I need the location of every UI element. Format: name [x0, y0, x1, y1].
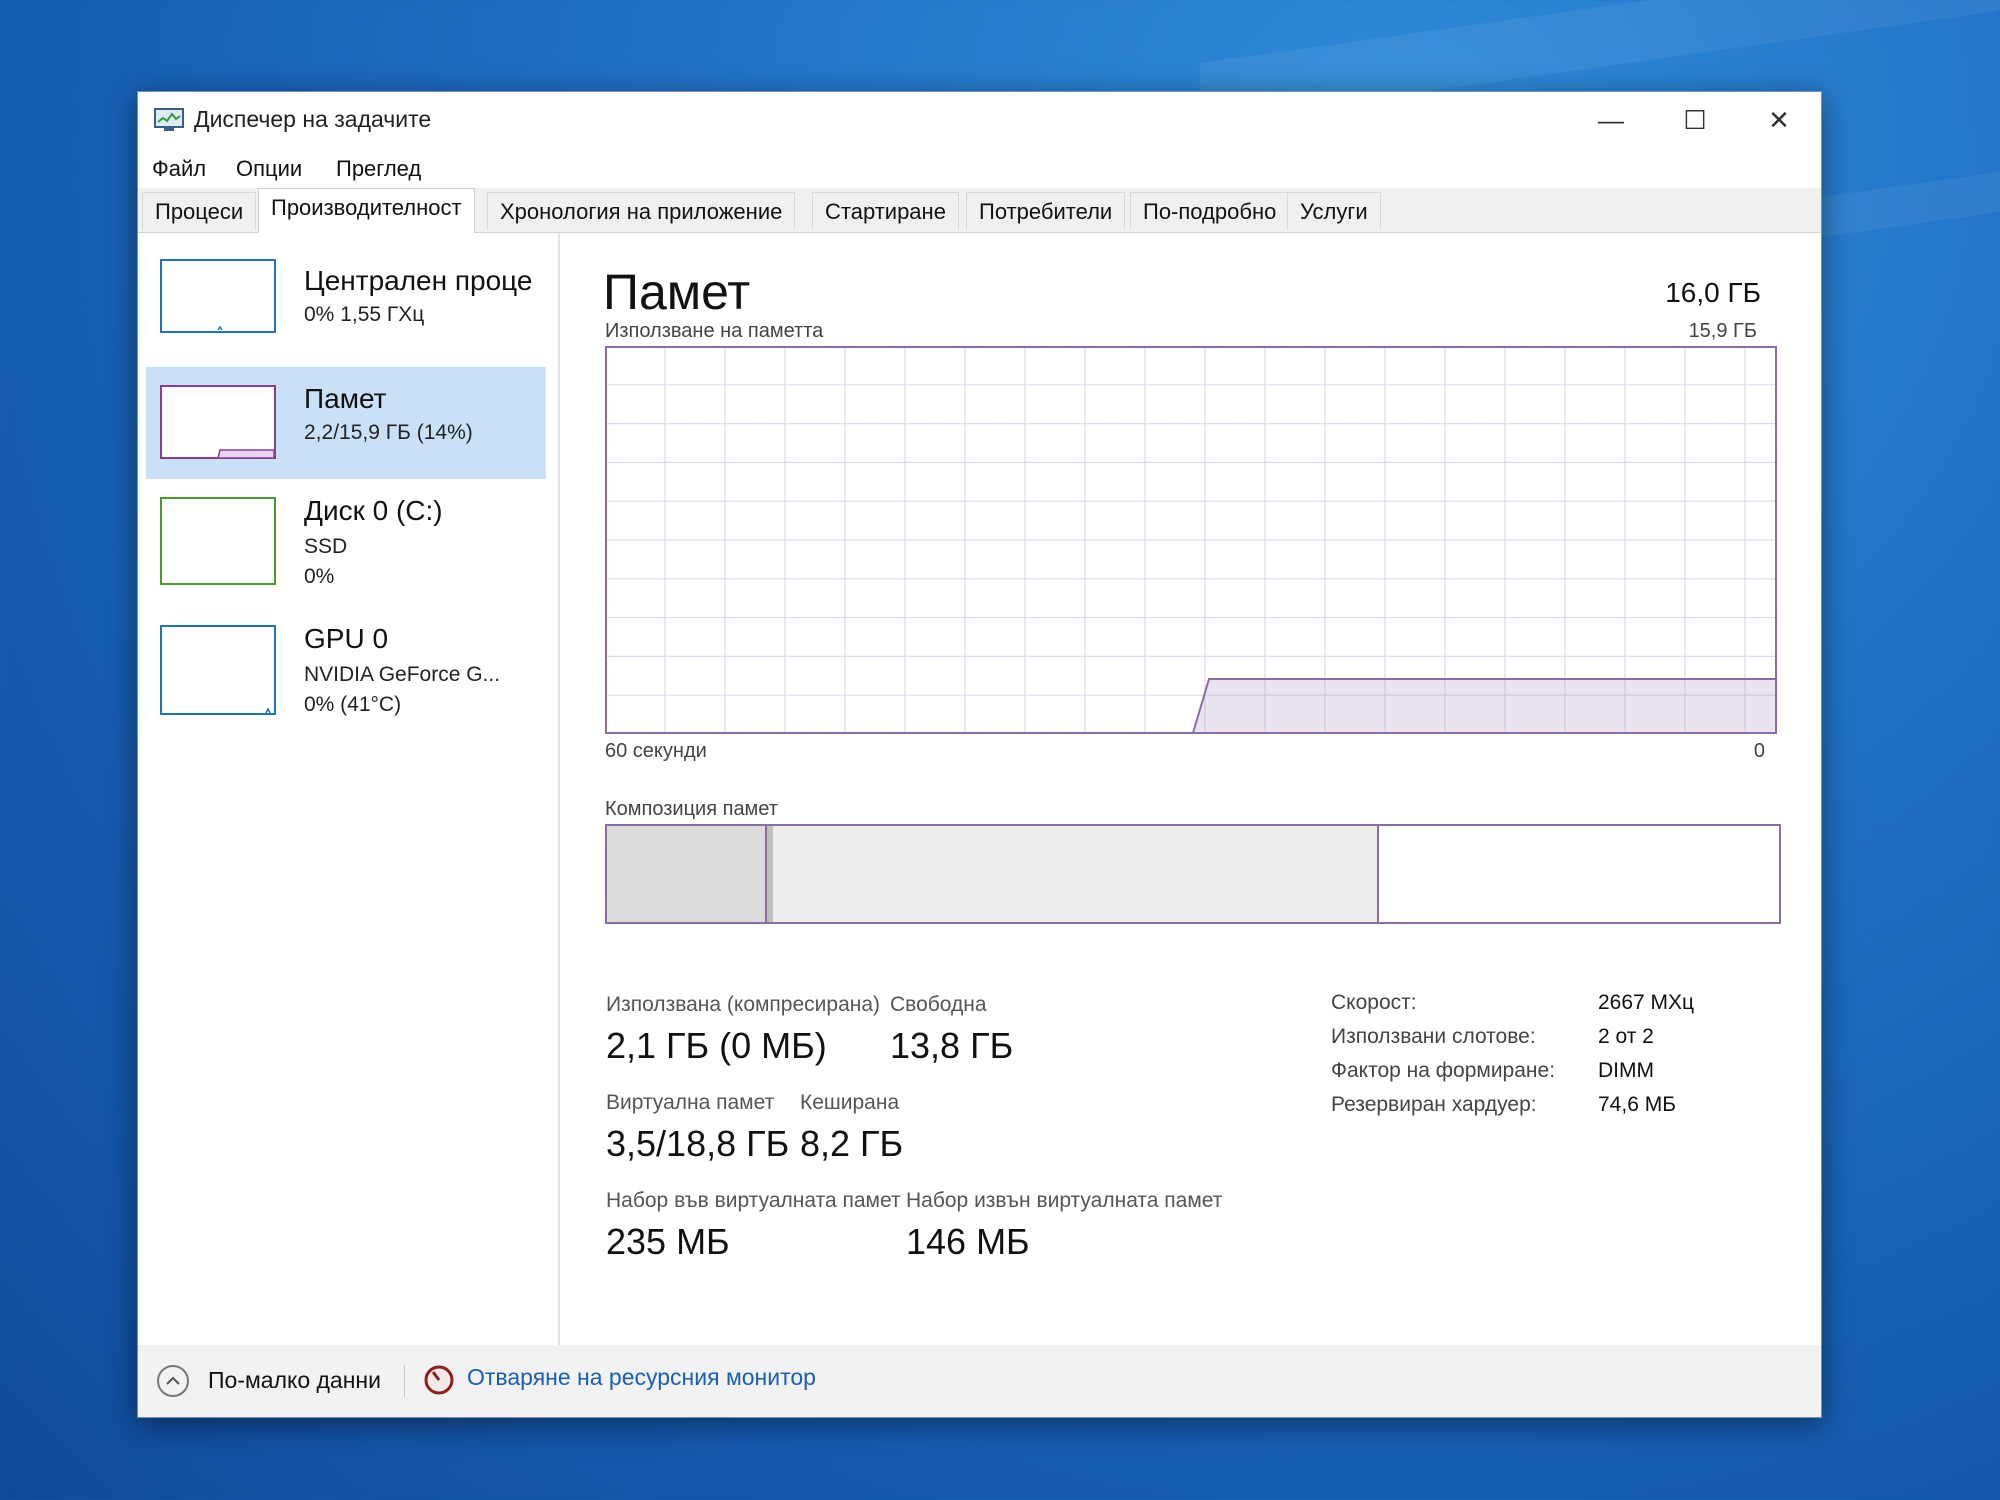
used-value: 2,1 ГБ (0 МБ): [606, 1025, 827, 1066]
sidebar-gpu-name: NVIDIA GeForce G...: [304, 663, 501, 686]
slots-value: 2 от 2: [1598, 1025, 1654, 1048]
form-factor-key: Фактор на формиране:: [1331, 1059, 1556, 1082]
sidebar-gpu-usage: 0% (41°C): [304, 693, 402, 716]
memory-panel: Памет 16,0 ГБ Използване на паметта 15,9…: [598, 233, 1821, 1345]
task-manager-icon: [154, 108, 184, 131]
tab-bar: Процеси Производителност Хронология на п…: [138, 188, 1821, 233]
tab-app-history[interactable]: Хронология на приложение: [487, 192, 796, 230]
sidebar-item-disk[interactable]: Диск 0 (C:) SSD 0%: [146, 491, 546, 603]
maximize-icon: ☐: [1683, 104, 1707, 135]
form-factor-value: DIMM: [1598, 1059, 1654, 1082]
composition-standby: [773, 826, 1379, 922]
speed-key: Скорост:: [1331, 991, 1417, 1014]
graph-grid: [605, 346, 1777, 734]
memory-usage-graph: [605, 346, 1777, 734]
graph-time-start: 60 секунди: [605, 740, 707, 762]
paged-pool-label: Набор във виртуалната памет: [606, 1189, 901, 1212]
nonpaged-pool-label: Набор извън виртуалната памет: [906, 1189, 1223, 1212]
menu-view[interactable]: Преглед: [336, 156, 421, 182]
virtual-label: Виртуална памет: [606, 1091, 775, 1114]
menu-file[interactable]: Файл: [152, 156, 206, 182]
sidebar-disk-title: Диск 0 (C:): [304, 495, 443, 526]
sidebar-disk-type: SSD: [304, 535, 348, 558]
chevron-up-icon[interactable]: [157, 1365, 189, 1397]
speed-value: 2667 МХц: [1598, 991, 1695, 1014]
reserved-value: 74,6 МБ: [1598, 1093, 1676, 1116]
resource-sidebar: Централен проце 0% 1,55 ГХц Памет 2,2/15…: [138, 233, 560, 1345]
cpu-thumbnail-graph: [160, 259, 276, 333]
maximize-button[interactable]: ☐: [1653, 92, 1737, 148]
memory-usage-max: 15,9 ГБ: [1688, 320, 1757, 342]
sidebar-item-memory[interactable]: Памет 2,2/15,9 ГБ (14%): [146, 367, 546, 479]
window-title: Диспечер на задачите: [194, 106, 432, 132]
graph-time-end: 0: [1753, 740, 1765, 762]
virtual-value: 3,5/18,8 ГБ: [606, 1123, 790, 1164]
fewer-details-button[interactable]: По-малко данни: [208, 1367, 381, 1394]
sidebar-cpu-title: Централен проце: [304, 265, 533, 296]
close-button[interactable]: ✕: [1737, 92, 1821, 148]
menu-options[interactable]: Опции: [236, 156, 302, 182]
memory-composition-bar: [605, 824, 1781, 924]
free-label: Свободна: [890, 993, 987, 1016]
sidebar-gpu-title: GPU 0: [304, 623, 389, 654]
sidebar-disk-usage: 0%: [304, 565, 335, 588]
paged-pool-value: 235 МБ: [606, 1221, 730, 1262]
reserved-key: Резервиран хардуер:: [1331, 1093, 1537, 1116]
slots-key: Използвани слотове:: [1331, 1025, 1536, 1048]
sidebar-item-cpu[interactable]: Централен проце 0% 1,55 ГХц: [146, 253, 546, 365]
used-label: Използвана (компресирана): [606, 993, 881, 1016]
resource-monitor-icon[interactable]: [423, 1364, 455, 1396]
sidebar-memory-usage: 2,2/15,9 ГБ (14%): [304, 421, 473, 444]
menu-bar: Файл Опции Преглед: [138, 148, 1821, 188]
sidebar-cpu-usage: 0% 1,55 ГХц: [304, 303, 425, 326]
memory-total: 16,0 ГБ: [1665, 277, 1761, 308]
open-resource-monitor-link[interactable]: Отваряне на ресурсния монитор: [467, 1364, 816, 1391]
tab-details[interactable]: По-подробно: [1130, 192, 1290, 230]
footer-bar: По-малко данни Отваряне на ресурсния мон…: [138, 1345, 1821, 1417]
title-bar[interactable]: Диспечер на задачите — ☐ ✕: [138, 92, 1821, 148]
close-icon: ✕: [1768, 104, 1790, 135]
task-manager-window: Диспечер на задачите — ☐ ✕ Файл Опции Пр…: [137, 91, 1822, 1418]
disk-thumbnail-graph: [160, 497, 276, 585]
memory-composition-label: Композиция памет: [605, 798, 778, 820]
gpu-thumbnail-graph: [160, 625, 276, 715]
performance-content: Централен проце 0% 1,55 ГХц Памет 2,2/15…: [138, 233, 1821, 1345]
footer-separator: [404, 1365, 405, 1397]
memory-usage-area: [1191, 678, 1777, 734]
cached-value: 8,2 ГБ: [800, 1123, 904, 1164]
minimize-icon: —: [1598, 104, 1624, 135]
composition-free: [1379, 826, 1779, 922]
tab-performance[interactable]: Производителност: [258, 188, 475, 233]
composition-in-use: [607, 826, 767, 922]
tab-processes[interactable]: Процеси: [142, 192, 257, 230]
nonpaged-pool-value: 146 МБ: [906, 1221, 1030, 1262]
cached-label: Кеширана: [800, 1091, 900, 1114]
tab-users[interactable]: Потребители: [966, 192, 1126, 230]
free-value: 13,8 ГБ: [890, 1025, 1014, 1066]
memory-usage-label: Използване на паметта: [605, 320, 824, 342]
tab-services[interactable]: Услуги: [1287, 192, 1381, 230]
minimize-button[interactable]: —: [1569, 92, 1653, 148]
tab-startup[interactable]: Стартиране: [812, 192, 959, 230]
sidebar-item-gpu[interactable]: GPU 0 NVIDIA GeForce G... 0% (41°C): [146, 619, 546, 731]
sidebar-memory-title: Памет: [304, 383, 387, 414]
page-title: Памет: [603, 264, 751, 320]
memory-thumbnail-graph: [160, 385, 276, 459]
